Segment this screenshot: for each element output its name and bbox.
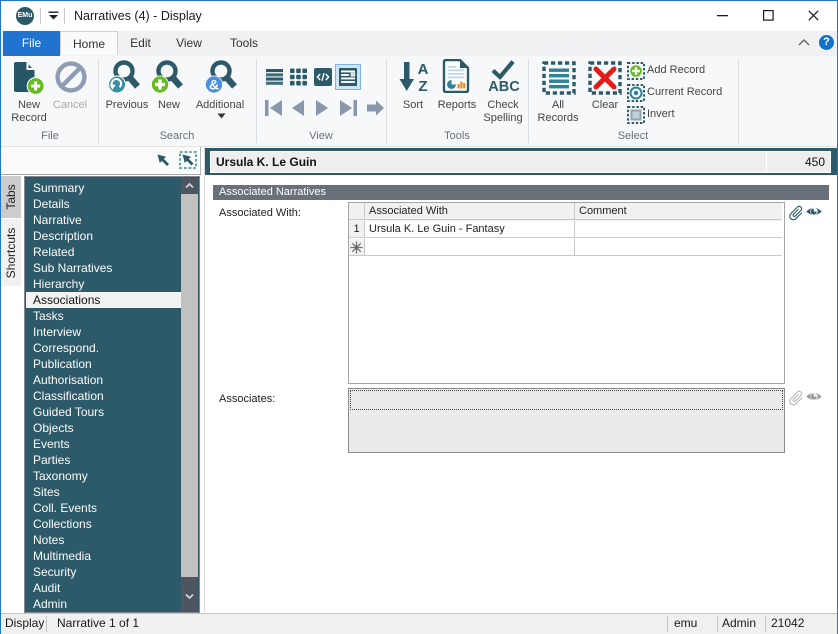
svg-text:&: & — [209, 77, 219, 93]
svg-text:ABC: ABC — [488, 79, 520, 94]
svg-text:A: A — [418, 61, 429, 78]
svg-text:Z: Z — [418, 78, 427, 94]
